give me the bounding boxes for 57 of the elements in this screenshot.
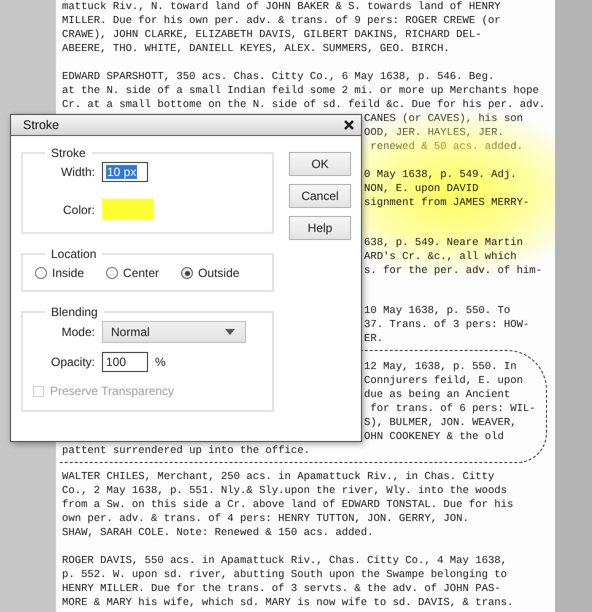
document-text-line: CANES (or CAVES), his son: [364, 112, 523, 126]
document-text-line: mattuck Riv., N. toward land of JOHN BAKER & S. towards land of HENRY: [62, 0, 501, 14]
document-text-line: ARD's Cr. &c., all which: [364, 250, 517, 264]
document-text-line: pattent surrendered up into the office.: [62, 444, 310, 458]
dialog-title: Stroke: [23, 118, 60, 132]
field-label: Width:: [60, 165, 95, 179]
dialog-button[interactable]: OK: [289, 152, 351, 176]
document-text-line: 0 May 1638, p. 549. Adj.: [364, 168, 517, 182]
document-text-line: MORE & MARY his wife, which sd. MARY is now wife to sd. DAVIS, & trans.: [62, 596, 514, 610]
radio-option[interactable]: Center: [106, 266, 160, 280]
opacity-input[interactable]: 100: [102, 352, 148, 372]
document-text-line: MILLER. Due for his own per. adv. & trans. of 9 pers: ROGER CREWE (or: [62, 14, 501, 28]
radio-option[interactable]: Outside: [181, 266, 240, 280]
document-text-line: own per. adv. & trans. of 4 pers: HENRY TUTTON, JON. GERRY, JON.: [62, 512, 469, 526]
field-label: Color:: [62, 202, 95, 216]
document-text-line: HENRY MILLER. Due for the trans. of 3 servts. & the adv. of JOHN PAS-: [62, 582, 501, 596]
close-icon: [343, 119, 355, 131]
caret-icon: [225, 329, 235, 335]
document-text-line: EDWARD SPARSHOTT, 350 acs. Chas. Citty Co., 6 May 1638, p. 546. Beg.: [62, 70, 494, 84]
document-text-line: 10 May 1638, p. 550. To: [364, 304, 510, 318]
document-text-line: ER.: [364, 332, 384, 346]
document-text-line: Cr. at a small bottome on the N. side of sd. feild &c. Due for his per. adv.: [62, 98, 546, 112]
mode-dropdown[interactable]: Normal: [102, 321, 246, 343]
document-text-line: 37. Trans. of 3 pers: HOW-: [364, 318, 530, 332]
group-legend: Blending: [45, 305, 104, 319]
document-text-line: 638, p. 549. Neare Martin: [364, 236, 523, 250]
width-input[interactable]: 10 px: [102, 162, 148, 182]
document-text-line: ROGER DAVIS, 550 acs. in Apamattuck Riv., Chas. Citty Co., 4 May 1638,: [62, 554, 508, 568]
document-text-line: OHN COOKENEY & the old: [364, 430, 504, 444]
document-text-line: NON, E. upon DAVID: [364, 182, 478, 196]
document-text-line: due as being an Ancient: [364, 388, 510, 402]
dialog-button[interactable]: Cancel: [289, 184, 351, 208]
color-swatch[interactable]: [102, 199, 154, 220]
field-label: Opacity:: [50, 355, 95, 369]
document-text-line: from a Sw. on this side a Cr. above land of EDWARD TONSTAL. Due for his: [62, 498, 514, 512]
close-button[interactable]: [343, 119, 355, 131]
group-legend: Stroke: [45, 146, 92, 160]
document-text-line: renewed & 50 acs. added.: [369, 140, 523, 154]
document-text-line: for trans. of 6 pers: WIL-: [369, 402, 536, 416]
document-text-line: s. for the per. adv. of him-: [364, 264, 542, 278]
document-text-line: Co., 2 May 1638, p. 551. Nly.& Sly.upon the river, Wly. into the woods: [62, 484, 508, 498]
document-text-line: at the N. side of a small Indian feild some 2 mi. or more up Merchants hope: [62, 84, 539, 98]
document-text-line: WALTER CHILES, Merchant, 250 acs. in Apamattuck Riv., in Chas. Citty: [62, 470, 494, 484]
group-legend: Location: [45, 247, 102, 261]
document-text-line: S), BULMER, JON. WEAVER,: [364, 416, 517, 430]
document-text-line: OOD, JER. HAYLES, JER.: [364, 126, 504, 140]
unit-label: %: [155, 355, 166, 369]
document-text-line: p. 552. W. upon sd. river, abutting South upon the Swampe belonging to: [62, 568, 508, 582]
dialog-button[interactable]: Help: [289, 216, 351, 240]
field-label: Mode:: [60, 325, 95, 339]
document-text-line: 12 May, 1638, p. 550. In: [364, 360, 517, 374]
document-text-line: Connjurers feild, E. upon: [364, 374, 523, 388]
document-text-line: signment from JAMES MERRY-: [364, 196, 530, 210]
document-text-line: ABEERE, THO. WHITE, DANIELL KEYES, ALEX. SUMMERS, GEO. BIRCH.: [62, 42, 450, 56]
document-text-line: CRAWE), JOHN CLARKE, ELIZABETH DAVIS, GILBERT DAKINS, RICHARD DEL-: [62, 28, 482, 42]
document-text-line: SHAW, SARAH COLE. Note: Renewed & 150 acs. added.: [62, 526, 374, 540]
radio-option[interactable]: Inside: [35, 266, 84, 280]
